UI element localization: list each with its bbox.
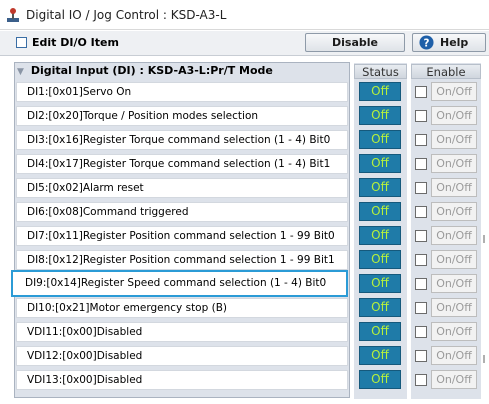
toolbar: Edit DI/O Item Disable ? Help	[0, 31, 489, 56]
enable-checkbox-13[interactable]	[415, 374, 427, 386]
window-title: Digital IO / Jog Control : KSD-A3-L	[26, 8, 227, 22]
panel-header[interactable]: ▼ Digital Input (DI) : KSD-A3-L:Pr/T Mod…	[17, 63, 347, 79]
help-button-label: Help	[440, 36, 469, 49]
enable-toggle-button-7[interactable]: On/Off	[431, 226, 477, 245]
di-row-9-selected[interactable]: DI9:[0x14]Register Speed command selecti…	[11, 270, 348, 297]
enable-toggle-button-4[interactable]: On/Off	[431, 154, 477, 173]
disable-button[interactable]: Disable	[305, 33, 405, 52]
scrollbar-tick	[483, 355, 485, 363]
enable-checkbox-11[interactable]	[415, 326, 427, 338]
svg-text:?: ?	[424, 37, 430, 49]
panel-title: Digital Input (DI) : KSD-A3-L:Pr/T Mode	[30, 64, 273, 77]
enable-toggle-button-8[interactable]: On/Off	[431, 250, 477, 269]
enable-checkbox-6[interactable]	[415, 206, 427, 218]
status-indicator-2: Off	[359, 106, 401, 125]
help-button[interactable]: ? Help	[412, 33, 486, 52]
edit-dio-label: Edit DI/O Item	[32, 36, 119, 49]
enable-checkbox-8[interactable]	[415, 254, 427, 266]
scrollbar-tick	[483, 235, 485, 243]
enable-toggle-button-9[interactable]: On/Off	[431, 274, 477, 293]
enable-column-header: Enable	[411, 64, 481, 79]
status-column-header: Status	[354, 64, 407, 79]
enable-toggle-button-6[interactable]: On/Off	[431, 202, 477, 221]
enable-toggle-button-11[interactable]: On/Off	[431, 322, 477, 341]
enable-checkbox-9[interactable]	[415, 278, 427, 290]
enable-toggle-button-13[interactable]: On/Off	[431, 370, 477, 389]
enable-checkbox-2[interactable]	[415, 110, 427, 122]
status-indicator-5: Off	[359, 178, 401, 197]
enable-checkbox-10[interactable]	[415, 302, 427, 314]
di-row-4[interactable]: DI4:[0x17]Register Torque command select…	[16, 154, 348, 174]
status-indicator-4: Off	[359, 154, 401, 173]
di-row-2[interactable]: DI2:[0x20]Torque / Position modes select…	[16, 106, 348, 126]
di-row-1[interactable]: DI1:[0x01]Servo On	[16, 82, 348, 102]
status-indicator-13: Off	[359, 370, 401, 389]
edit-dio-checkbox[interactable]	[16, 37, 27, 48]
joystick-icon	[7, 8, 19, 22]
di-row-6[interactable]: DI6:[0x08]Command triggered	[16, 202, 348, 222]
vdi-row-13[interactable]: VDI13:[0x00]Disabled	[16, 370, 348, 390]
status-indicator-6: Off	[359, 202, 401, 221]
status-indicator-10: Off	[359, 298, 401, 317]
enable-checkbox-1[interactable]	[415, 86, 427, 98]
enable-checkbox-5[interactable]	[415, 182, 427, 194]
disable-button-label: Disable	[332, 36, 378, 49]
enable-toggle-button-5[interactable]: On/Off	[431, 178, 477, 197]
enable-toggle-button-3[interactable]: On/Off	[431, 130, 477, 149]
status-indicator-1: Off	[359, 82, 401, 101]
status-indicator-3: Off	[359, 130, 401, 149]
vdi-row-12[interactable]: VDI12:[0x00]Disabled	[16, 346, 348, 366]
di-row-10[interactable]: DI10:[0x21]Motor emergency stop (B)	[16, 298, 348, 318]
collapse-arrow-icon[interactable]: ▼	[17, 64, 27, 80]
status-indicator-7: Off	[359, 226, 401, 245]
enable-toggle-button-2[interactable]: On/Off	[431, 106, 477, 125]
di-row-8[interactable]: DI8:[0x12]Register Position command sele…	[16, 250, 348, 270]
status-indicator-11: Off	[359, 322, 401, 341]
di-row-3[interactable]: DI3:[0x16]Register Torque command select…	[16, 130, 348, 150]
enable-toggle-button-12[interactable]: On/Off	[431, 346, 477, 365]
enable-checkbox-4[interactable]	[415, 158, 427, 170]
status-indicator-8: Off	[359, 250, 401, 269]
title-bar: Digital IO / Jog Control : KSD-A3-L	[0, 0, 489, 30]
question-circle-icon: ?	[419, 35, 434, 50]
status-indicator-9: Off	[359, 274, 401, 293]
di-row-5[interactable]: DI5:[0x02]Alarm reset	[16, 178, 348, 198]
enable-checkbox-12[interactable]	[415, 350, 427, 362]
di-row-7[interactable]: DI7:[0x11]Register Position command sele…	[16, 226, 348, 246]
vdi-row-11[interactable]: VDI11:[0x00]Disabled	[16, 322, 348, 342]
enable-toggle-button-1[interactable]: On/Off	[431, 82, 477, 101]
status-indicator-12: Off	[359, 346, 401, 365]
enable-checkbox-3[interactable]	[415, 134, 427, 146]
enable-checkbox-7[interactable]	[415, 230, 427, 242]
enable-toggle-button-10[interactable]: On/Off	[431, 298, 477, 317]
